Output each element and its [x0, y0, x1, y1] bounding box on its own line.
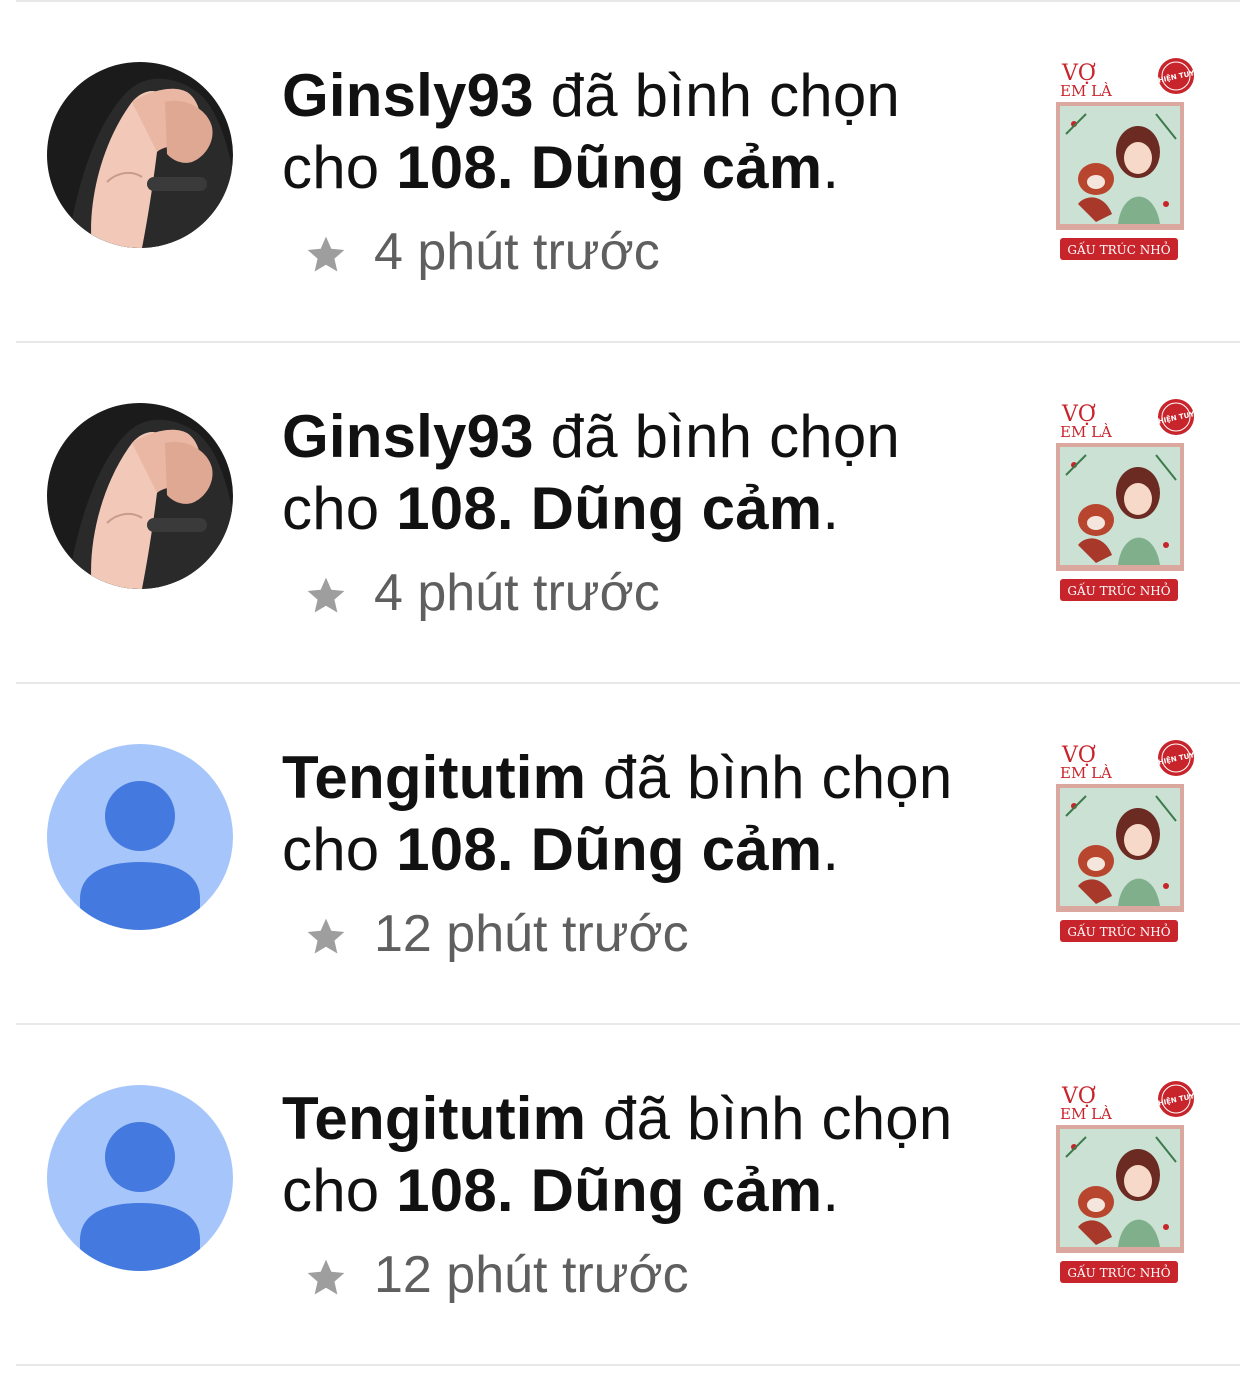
- chapter-title[interactable]: 108. Dũng cảm: [396, 134, 822, 201]
- username[interactable]: Tengitutim: [282, 1085, 586, 1152]
- story-cover[interactable]: VỢ EM LÀ HIỆN TUY GẤU TRÚC NHỎ: [1056, 395, 1196, 605]
- star-icon: [307, 1259, 345, 1295]
- default-person-icon: [47, 1085, 233, 1271]
- time-meta: 4 phút trước: [304, 222, 660, 282]
- star-icon: [307, 236, 345, 272]
- preposition-text: cho: [282, 134, 380, 201]
- time-meta: 12 phút trước: [304, 904, 689, 964]
- preposition-text: cho: [282, 1157, 380, 1224]
- time-meta: 4 phút trước: [304, 563, 660, 623]
- story-cover[interactable]: VỢ EM LÀ HIỆN TUY GẤU TRÚC NHỎ: [1056, 1077, 1196, 1287]
- user-avatar[interactable]: [47, 744, 233, 930]
- cover-title-line2: EM LÀ: [1060, 82, 1112, 100]
- timestamp: 4 phút trước: [374, 223, 660, 281]
- timestamp: 12 phút trước: [374, 905, 689, 963]
- time-meta: 12 phút trước: [304, 1245, 689, 1305]
- cover-author: GẤU TRÚC NHỎ: [1067, 922, 1170, 939]
- cover-title-line2: EM LÀ: [1060, 764, 1112, 782]
- notification-item[interactable]: Tengitutim đã bình chọn cho 108. Dũng cả…: [16, 1025, 1240, 1366]
- period: .: [822, 1157, 840, 1224]
- notification-text: Tengitutim đã bình chọn cho 108. Dũng cả…: [282, 1083, 1002, 1227]
- chapter-title[interactable]: 108. Dũng cảm: [396, 816, 822, 883]
- notification-text: Ginsly93 đã bình chọn cho 108. Dũng cảm.: [282, 60, 1002, 204]
- notification-item[interactable]: Tengitutim đã bình chọn cho 108. Dũng cả…: [16, 684, 1240, 1025]
- user-avatar[interactable]: [47, 62, 233, 248]
- username[interactable]: Ginsly93: [282, 403, 534, 470]
- chapter-title[interactable]: 108. Dũng cảm: [396, 1157, 822, 1224]
- action-text: đã bình chọn: [603, 744, 953, 811]
- chapter-title[interactable]: 108. Dũng cảm: [396, 475, 822, 542]
- timestamp: 12 phút trước: [374, 1246, 689, 1304]
- notification-item[interactable]: Ginsly93 đã bình chọn cho 108. Dũng cảm.…: [16, 343, 1240, 684]
- cover-author: GẤU TRÚC NHỎ: [1067, 581, 1170, 598]
- photo-avatar-image: [47, 62, 233, 248]
- notification-text: Tengitutim đã bình chọn cho 108. Dũng cả…: [282, 742, 1002, 886]
- story-cover[interactable]: VỢ EM LÀ HIỆN TUY GẤU TRÚC NHỎ: [1056, 736, 1196, 946]
- cover-author: GẤU TRÚC NHỎ: [1067, 240, 1170, 257]
- preposition-text: cho: [282, 475, 380, 542]
- username[interactable]: Tengitutim: [282, 744, 586, 811]
- story-cover[interactable]: VỢ EM LÀ HIỆN TUY GẤU TRÚC NHỎ: [1056, 54, 1196, 264]
- period: .: [822, 475, 840, 542]
- cover-author: GẤU TRÚC NHỎ: [1067, 1263, 1170, 1280]
- action-text: đã bình chọn: [550, 403, 900, 470]
- username[interactable]: Ginsly93: [282, 62, 534, 129]
- timestamp: 4 phút trước: [374, 564, 660, 622]
- action-text: đã bình chọn: [550, 62, 900, 129]
- star-icon: [307, 918, 345, 954]
- user-avatar[interactable]: [47, 1085, 233, 1271]
- preposition-text: cho: [282, 816, 380, 883]
- notification-list: Ginsly93 đã bình chọn cho 108. Dũng cảm.…: [0, 2, 1240, 1366]
- action-text: đã bình chọn: [603, 1085, 953, 1152]
- period: .: [822, 816, 840, 883]
- photo-avatar-image: [47, 403, 233, 589]
- notification-text: Ginsly93 đã bình chọn cho 108. Dũng cảm.: [282, 401, 1002, 545]
- notification-item[interactable]: Ginsly93 đã bình chọn cho 108. Dũng cảm.…: [16, 2, 1240, 343]
- cover-title-line2: EM LÀ: [1060, 1105, 1112, 1123]
- star-icon: [307, 577, 345, 613]
- period: .: [822, 134, 840, 201]
- user-avatar[interactable]: [47, 403, 233, 589]
- cover-title-line2: EM LÀ: [1060, 423, 1112, 441]
- default-person-icon: [47, 744, 233, 930]
